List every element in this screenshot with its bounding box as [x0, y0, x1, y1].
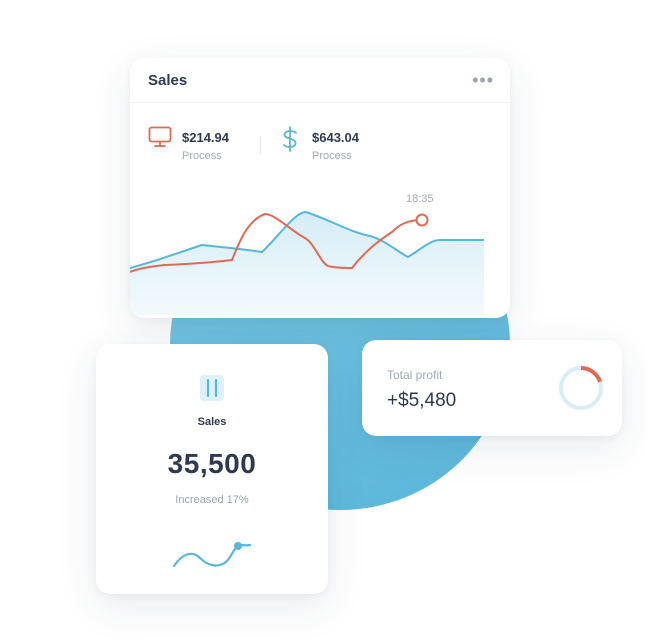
dashboard-stage: Sales ••• $214.94 Process $643.04 Proces…: [0, 0, 647, 644]
total-profit-label: Total profit: [387, 368, 443, 382]
sales-sparkline: [172, 542, 252, 568]
pause-icon: [199, 374, 225, 407]
total-profit-value: +$5,480: [387, 390, 457, 411]
metric-value: $643.04: [312, 130, 359, 145]
sales-summary-subtext: Increased 17%: [175, 494, 249, 506]
sales-card-title: Sales: [148, 72, 188, 89]
total-profit-card: Total profit +$5,480: [362, 340, 622, 436]
sales-line-chart: [130, 210, 484, 315]
metric-label: Process: [312, 150, 352, 162]
metric-divider: [260, 136, 261, 154]
monitor-icon: [148, 126, 172, 153]
sales-summary-label: Sales: [197, 416, 227, 428]
sales-card-header: Sales •••: [130, 58, 510, 103]
metric-value: $214.94: [182, 130, 229, 145]
sales-summary-value: 35,500: [167, 448, 257, 479]
more-horizontal-icon[interactable]: •••: [472, 70, 494, 91]
dollar-icon: [278, 126, 302, 157]
profit-progress-ring: [559, 366, 603, 410]
orange-series-endpoint: [415, 213, 429, 227]
metric-label: Process: [182, 150, 222, 162]
sales-card: Sales ••• $214.94 Process $643.04 Proces…: [130, 58, 510, 318]
sales-summary-card: Sales 35,500 Increased 17%: [96, 344, 328, 594]
